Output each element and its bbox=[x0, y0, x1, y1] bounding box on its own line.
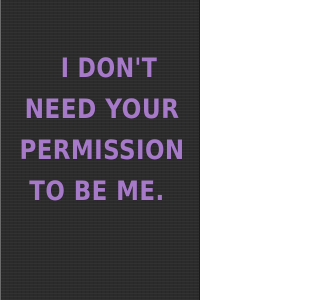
quote-line: PERMISSION bbox=[19, 135, 185, 166]
quote-text: I DON'T NEED YOUR PERMISSION TO BE ME. bbox=[1, 48, 201, 212]
book-cover: I DON'T NEED YOUR PERMISSION TO BE ME. bbox=[0, 0, 200, 300]
quote-line: NEED YOUR bbox=[24, 94, 180, 125]
quote-line: TO BE ME. bbox=[29, 176, 165, 207]
quote-line: I DON'T bbox=[60, 53, 158, 84]
